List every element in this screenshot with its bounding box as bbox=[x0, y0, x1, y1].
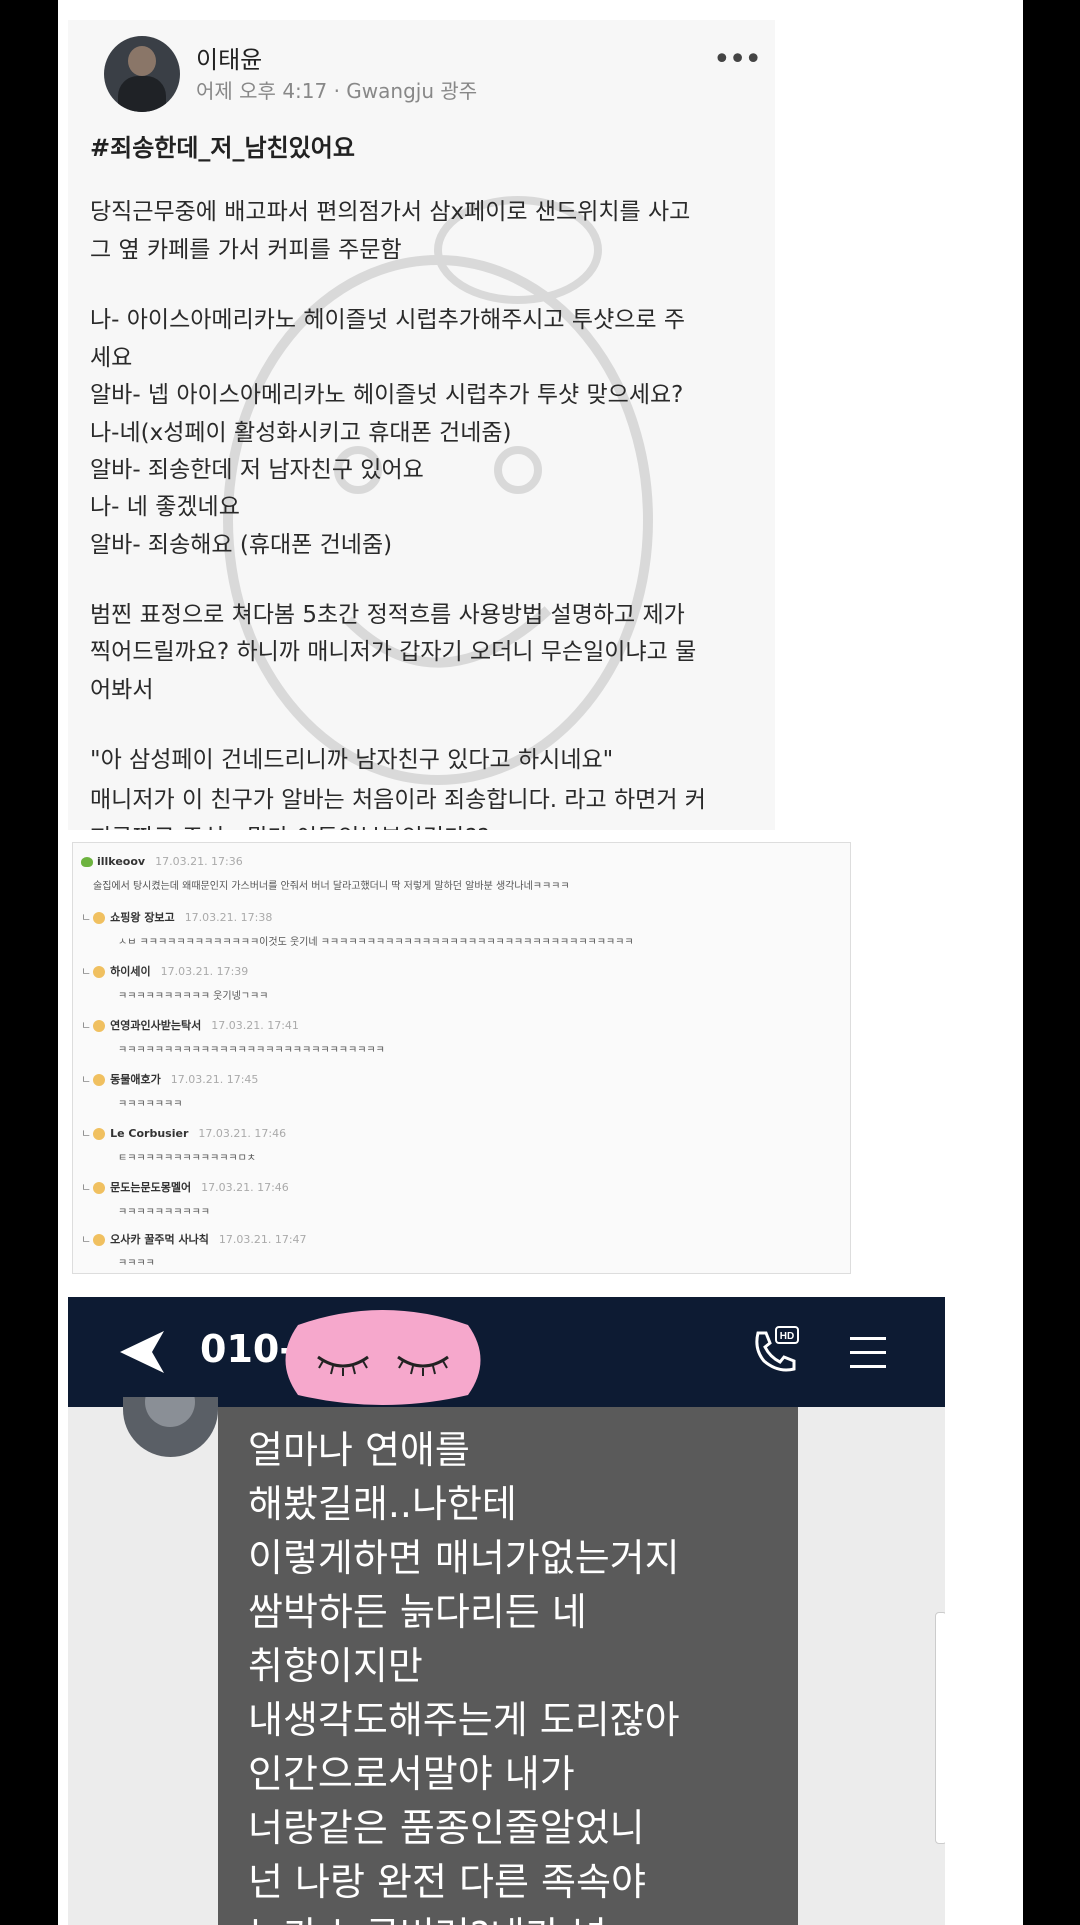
scrollbar[interactable] bbox=[935, 1612, 945, 1844]
post-line: 알바- 죄송한데 저 남자친구 있어요 bbox=[90, 457, 424, 483]
reply-header: ㄴ 하이세이 17.03.21. 17:39 bbox=[81, 963, 248, 979]
post-line: 세요 bbox=[90, 345, 133, 371]
post-line: 알바- 죄송해요 (휴대폰 건네줌) bbox=[90, 532, 393, 558]
screenshot-column: 이태윤 어제 오후 4:17 · Gwangju 광주 ••• #죄송한데_저_… bbox=[58, 0, 1023, 1925]
level-icon bbox=[93, 1234, 106, 1246]
reply-text: ㅋㅋㅋㅋㅋㅋㅋㅋㅋㅋㅋㅋㅋㅋㅋㅋㅋㅋㅋㅋㅋㅋㅋㅋㅋㅋㅋㅋㅋ bbox=[118, 1045, 385, 1056]
post-line: 피공짜로 주심.. 뭔가 이득인부분인건가?? bbox=[90, 818, 490, 830]
reply-header: ㄴ 연영과인사받는탁서 17.03.21. 17:41 bbox=[81, 1017, 299, 1033]
comment-thread: illkeoov 17.03.21. 17:36 술집에서 탕시켰는데 왜때문인지… bbox=[72, 842, 851, 1274]
reply-nick[interactable]: 쇼핑왕 장보고 bbox=[110, 911, 175, 924]
hd-call-icon[interactable]: HD bbox=[748, 1325, 802, 1379]
reply-arrow-icon: ㄴ bbox=[81, 1127, 92, 1140]
reply-text: ㅅㅂ ㅋㅋㅋㅋㅋㅋㅋㅋㅋㅋㅋㅋㅋ이것도 웃기네 ㅋㅋㅋㅋㅋㅋㅋㅋㅋㅋㅋㅋㅋㅋㅋㅋ… bbox=[118, 937, 634, 948]
reply-text: ㅋㅋㅋㅋㅋㅋㅋㅋㅋㅋ 웃기넹ㄱㅋㅋ bbox=[118, 991, 269, 1002]
reply-time: 17.03.21. 17:46 bbox=[198, 1127, 287, 1140]
watermark-face-icon bbox=[223, 196, 653, 785]
author-avatar[interactable] bbox=[104, 36, 180, 112]
reply-time: 17.03.21. 17:41 bbox=[211, 1019, 299, 1032]
message-line: 쌈박하든 늙다리든 네 bbox=[248, 1590, 587, 1634]
frog-icon bbox=[81, 857, 93, 867]
post-line: 그 옆 카페를 가서 커피를 주문함 bbox=[90, 237, 402, 263]
message-bubble: 얼마나 연애를 해봤길래..나한테 이렇게하면 매너가없는거지 쌈박하든 늙다리… bbox=[218, 1407, 798, 1925]
post-line: 매니저가 이 친구가 알바는 처음이라 죄송합니다. 라고 하면거 커 bbox=[90, 787, 706, 813]
reply-text: ㅌㅋㅋㅋㅋㅋㅋㅋㅋㅋㅋㅋㅋㅁㅊ bbox=[118, 1153, 256, 1164]
post-line: 당직근무중에 배고파서 편의점가서 삼x페이로 샌드위치를 사고 bbox=[90, 199, 691, 225]
comment-nick[interactable]: illkeoov bbox=[97, 855, 145, 868]
comment-time: 17.03.21. 17:36 bbox=[155, 855, 243, 868]
reply-time: 17.03.21. 17:47 bbox=[218, 1233, 307, 1246]
social-post: 이태윤 어제 오후 4:17 · Gwangju 광주 ••• #죄송한데_저_… bbox=[68, 20, 775, 830]
reply-text: ㅋㅋㅋㅋㅋㅋㅋㅋㅋㅋ bbox=[118, 1207, 210, 1218]
svg-text:HD: HD bbox=[780, 1331, 794, 1342]
reply-header: ㄴ Le Corbusier 17.03.21. 17:46 bbox=[81, 1125, 286, 1141]
reply-time: 17.03.21. 17:38 bbox=[184, 911, 273, 924]
level-icon bbox=[93, 1128, 106, 1140]
back-arrow-icon[interactable] bbox=[118, 1327, 168, 1377]
reply-time: 17.03.21. 17:39 bbox=[160, 965, 249, 978]
sleep-mask-sticker-icon bbox=[285, 1310, 481, 1405]
reply-nick[interactable]: 문도는문도몽멜어 bbox=[110, 1181, 191, 1194]
level-icon bbox=[93, 966, 106, 978]
reply-arrow-icon: ㄴ bbox=[81, 911, 92, 924]
reply-nick[interactable]: Le Corbusier bbox=[110, 1127, 188, 1140]
level-icon bbox=[93, 1020, 106, 1032]
menu-icon[interactable] bbox=[848, 1333, 888, 1373]
message-line: 내생각도해주는게 도리잖아 bbox=[248, 1698, 680, 1742]
chat-screen: 010- HD 얼마나 연애를 해봤길래..나한테 이렇게하면 매너가없는거지 … bbox=[68, 1297, 945, 1925]
reply-header: ㄴ 문도는문도몽멜어 17.03.21. 17:46 bbox=[81, 1179, 289, 1195]
message-line: 해봤길래..나한테 bbox=[248, 1482, 517, 1526]
message-line: 인간으로서말야 내가 bbox=[248, 1752, 575, 1796]
post-meta: 어제 오후 4:17 · Gwangju 광주 bbox=[196, 79, 478, 103]
reply-header: ㄴ 오사카 꿀주먹 사나칙 17.03.21. 17:47 bbox=[81, 1231, 307, 1247]
message-line: 취향이지만 bbox=[248, 1644, 423, 1688]
post-line: 알바- 넵 아이스아메리카노 헤이즐넛 시럽추가 투샷 맞으세요? bbox=[90, 382, 684, 408]
post-hashtag[interactable]: #죄송한데_저_남친있어요 bbox=[90, 128, 355, 163]
post-line: 범찐 표정으로 쳐다봄 5초간 정적흐름 사용방법 설명하고 제가 bbox=[90, 602, 685, 628]
reply-arrow-icon: ㄴ bbox=[81, 965, 92, 978]
reply-arrow-icon: ㄴ bbox=[81, 1019, 92, 1032]
reply-arrow-icon: ㄴ bbox=[81, 1233, 92, 1246]
message-line: 넌 나랑 완전 다른 족속야 bbox=[248, 1860, 646, 1904]
comment-header: illkeoov 17.03.21. 17:36 bbox=[81, 855, 243, 868]
post-line: 나- 아이스아메리카노 헤이즐넛 시럽추가해주시고 투샷으로 주 bbox=[90, 307, 686, 333]
level-icon bbox=[93, 1182, 106, 1194]
message-line: 너랑같은 품종인줄알었니 bbox=[248, 1806, 645, 1850]
message-line: 누가 누굴버려?내가 널 bbox=[248, 1905, 607, 1925]
reply-arrow-icon: ㄴ bbox=[81, 1181, 92, 1194]
post-line: 어봐서 bbox=[90, 677, 154, 703]
message-line: 얼마나 연애를 bbox=[248, 1428, 470, 1472]
post-line: "아 삼성페이 건네드리니까 남자친구 있다고 하시네요" bbox=[90, 747, 614, 773]
reply-nick[interactable]: 하이세이 bbox=[110, 965, 150, 978]
contact-avatar[interactable] bbox=[123, 1397, 218, 1457]
reply-nick[interactable]: 연영과인사받는탁서 bbox=[110, 1019, 201, 1032]
reply-header: ㄴ 쇼핑왕 장보고 17.03.21. 17:38 bbox=[81, 909, 272, 925]
comment-text: 술집에서 탕시켰는데 왜때문인지 가스버너를 안줘서 버너 달라고했더니 딱 저… bbox=[93, 881, 570, 892]
level-icon bbox=[93, 1074, 106, 1086]
level-icon bbox=[93, 912, 106, 924]
reply-time: 17.03.21. 17:45 bbox=[170, 1073, 259, 1086]
reply-header: ㄴ 동물애호가 17.03.21. 17:45 bbox=[81, 1071, 258, 1087]
message-line: 이렇게하면 매너가없는거지 bbox=[248, 1536, 680, 1580]
post-line: 나-네(x성페이 활성화시키고 휴대폰 건네줌) bbox=[90, 420, 512, 446]
author-name[interactable]: 이태윤 bbox=[196, 40, 262, 75]
reply-text: ㅋㅋㅋㅋ bbox=[118, 1258, 155, 1269]
chat-top-bar: 010- HD bbox=[68, 1297, 945, 1407]
post-line: 찍어드릴까요? 하니까 매니저가 갑자기 오더니 무슨일이냐고 물 bbox=[90, 639, 697, 665]
reply-nick[interactable]: 오사카 꿀주먹 사나칙 bbox=[110, 1233, 209, 1246]
reply-arrow-icon: ㄴ bbox=[81, 1073, 92, 1086]
reply-time: 17.03.21. 17:46 bbox=[201, 1181, 289, 1194]
reply-nick[interactable]: 동물애호가 bbox=[110, 1073, 161, 1086]
more-options-icon[interactable]: ••• bbox=[713, 42, 762, 77]
reply-text: ㅋㅋㅋㅋㅋㅋㅋ bbox=[118, 1099, 183, 1110]
post-line: 나- 네 좋겠네요 bbox=[90, 494, 240, 520]
